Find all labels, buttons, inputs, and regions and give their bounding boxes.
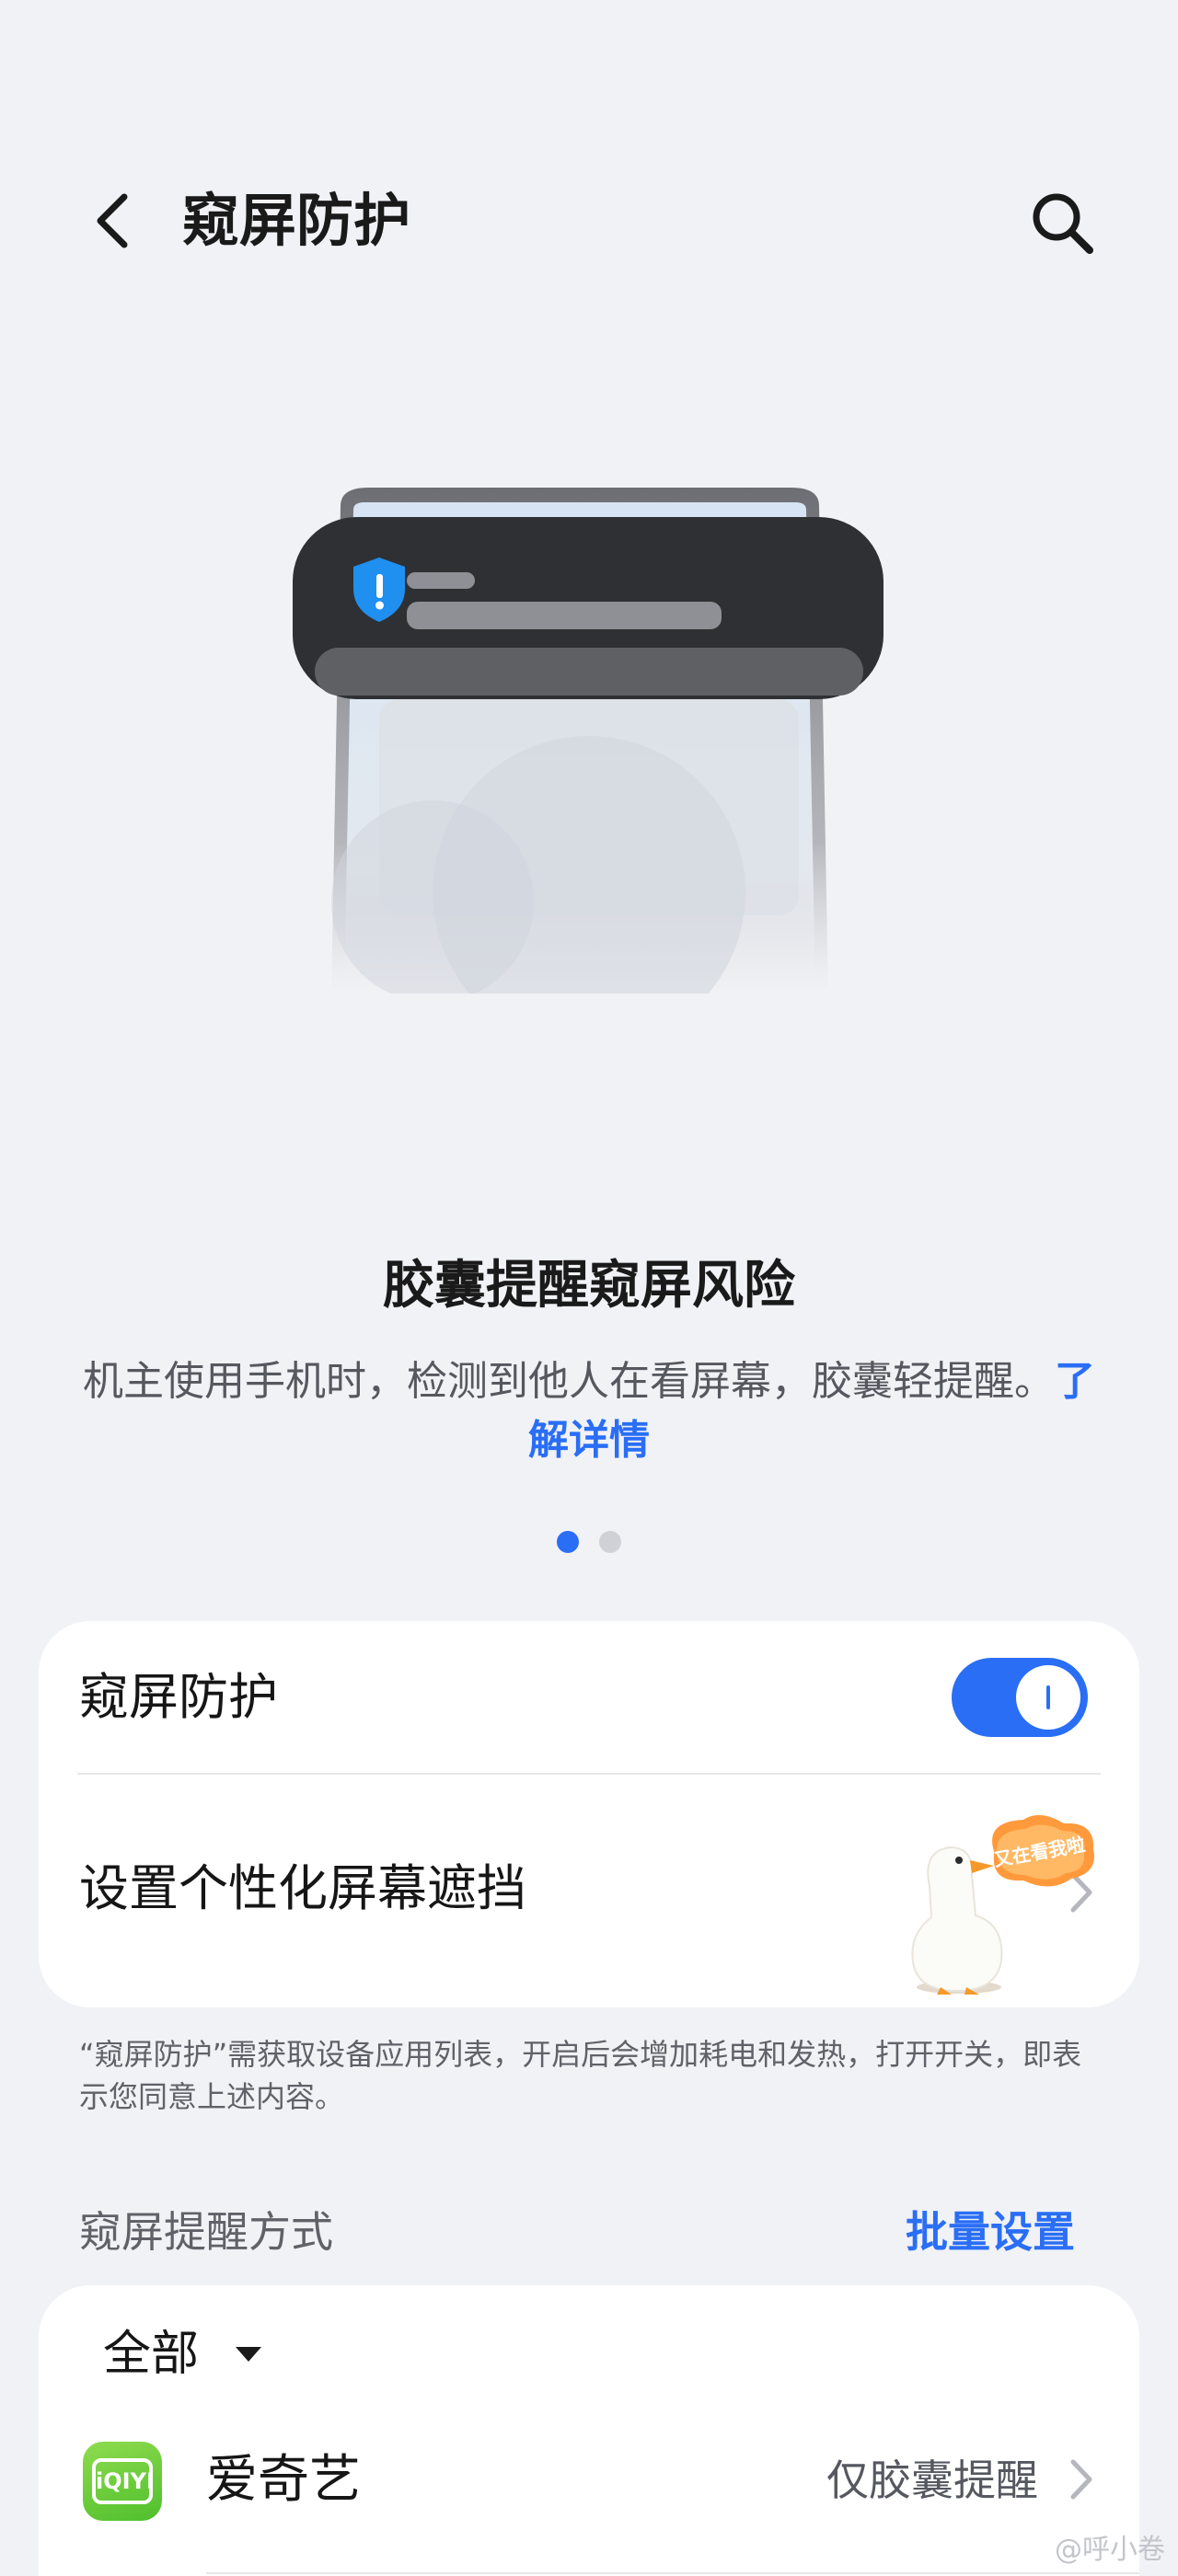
filter-label: 全部 xyxy=(103,2327,200,2382)
app-reminder-mode: 仅胶囊提醒 xyxy=(826,2455,1038,2505)
toggle-on-mark xyxy=(1046,1685,1050,1709)
protection-label: 窥屏防护 xyxy=(79,1668,278,1726)
feature-description-text: 机主使用手机时，检测到他人在看屏幕，胶囊轻提醒。 xyxy=(83,1358,1055,1405)
divider xyxy=(206,2572,1139,2574)
feature-title: 胶囊提醒窥屏风险 xyxy=(383,1256,795,1316)
app-row[interactable]: iQIYI 爱奇艺 仅胶囊提醒 xyxy=(39,2442,1139,2552)
app-list-card: 全部 iQIYI 爱奇艺 仅胶囊提醒 xyxy=(39,2285,1139,2576)
toggle-knob xyxy=(1016,1665,1080,1730)
filter-dropdown[interactable]: 全部 xyxy=(103,2322,262,2386)
divider xyxy=(77,1773,1101,1775)
search-icon xyxy=(1033,193,1093,254)
page-indicator xyxy=(0,1531,1178,1553)
chevron-right-icon xyxy=(1070,2459,1092,2500)
page: 窥屏防护 胶囊提醒窥屏风险 机主使用手机时，检测到他人在看屏幕，胶囊轻提醒。了解… xyxy=(0,0,1178,2576)
app-name: 爱奇艺 xyxy=(206,2450,361,2510)
back-button[interactable] xyxy=(87,191,143,250)
feature-illustration xyxy=(293,488,884,994)
page-dot[interactable] xyxy=(599,1531,621,1553)
protection-toggle[interactable] xyxy=(952,1658,1088,1737)
top-bar: 窥屏防护 xyxy=(0,175,1178,267)
iqiyi-app-icon: iQIYI xyxy=(83,2442,162,2521)
search-button[interactable] xyxy=(1029,190,1095,256)
page-dot-active[interactable] xyxy=(557,1531,579,1553)
duck-mascot-icon: 又在看我啦 xyxy=(911,1814,1094,1995)
page-title: 窥屏防护 xyxy=(182,187,411,254)
caret-down-icon xyxy=(236,2347,262,2362)
app-icon-text: iQIYI xyxy=(92,2458,155,2504)
permission-note: “窥屏防护”需获取设备应用列表，开启后会增加耗电和发热，打开开关，即表示您同意上… xyxy=(79,2037,1082,2114)
settings-card: 窥屏防护 设置个性化屏幕遮挡 又在看我啦 xyxy=(39,1621,1139,2007)
feature-description: 机主使用手机时，检测到他人在看屏幕，胶囊轻提醒。了解详情 xyxy=(83,1352,1095,1470)
batch-settings-link[interactable]: 批量设置 xyxy=(906,2204,1075,2260)
capsule-notification xyxy=(293,517,884,699)
section-label: 窥屏提醒方式 xyxy=(79,2207,333,2257)
chevron-left-icon xyxy=(97,193,128,248)
custom-mask-label: 设置个性化屏幕遮挡 xyxy=(79,1859,526,1917)
watermark: @呼小卷 xyxy=(1055,2534,1165,2566)
